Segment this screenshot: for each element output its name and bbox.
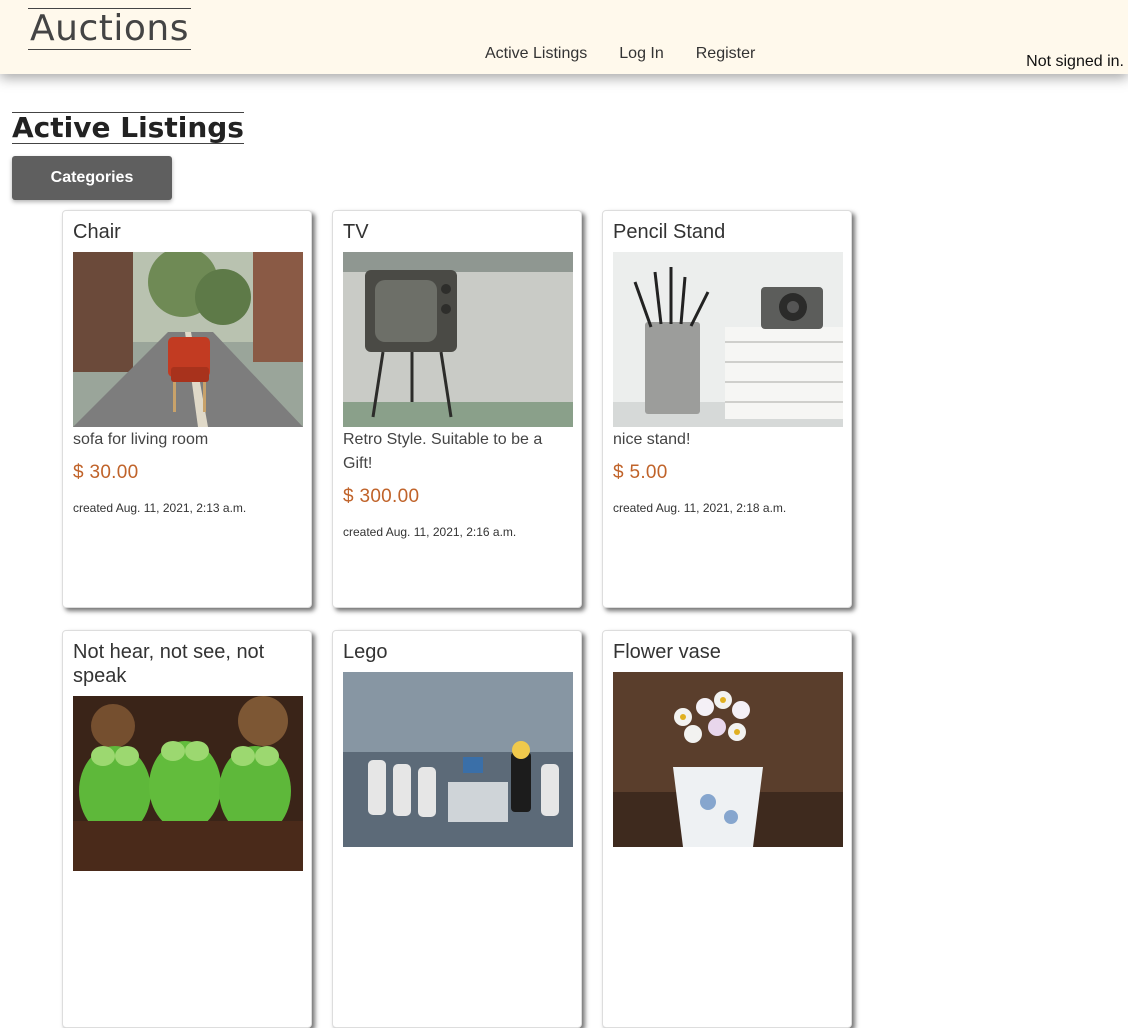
nav-log-in[interactable]: Log In [619,45,663,63]
listing-card[interactable]: Flower vase [602,630,852,1028]
auth-status: Not signed in. [1026,53,1124,70]
listing-title[interactable]: Flower vase [613,640,843,664]
listing-description: Retro Style. Suitable to be a Gift! [343,431,543,472]
listing-description: nice stand! [613,431,691,448]
listing-card[interactable]: TV Retro Style. Suitable to be a Gift! $… [332,210,582,608]
categories-button[interactable]: Categories [12,156,172,200]
listing-image-flower-vase[interactable] [613,672,843,847]
listing-description: sofa for living room [73,431,209,448]
listing-title[interactable]: Lego [343,640,573,664]
listing-card[interactable]: Pencil Stand nice stand! $ 5.00 created … [602,210,852,608]
listing-title[interactable]: Chair [73,220,303,244]
listing-created: created Aug. 11, 2021, 2:13 a.m. [73,501,247,515]
listing-title[interactable]: Not hear, not see, not speak [73,640,303,688]
nav-register[interactable]: Register [696,45,756,63]
listing-price: $ 30.00 [73,462,139,483]
listing-title[interactable]: TV [343,220,573,244]
site-header: Auctions Active Listings Log In Register… [0,0,1128,74]
page-title: Active Listings [12,111,244,144]
listing-title[interactable]: Pencil Stand [613,220,843,244]
nav-active-listings[interactable]: Active Listings [485,45,587,63]
listing-created: created Aug. 11, 2021, 2:16 a.m. [343,525,517,539]
listing-created: created Aug. 11, 2021, 2:18 a.m. [613,501,787,515]
listing-price: $ 300.00 [343,486,420,507]
listing-card[interactable]: Lego [332,630,582,1028]
listing-image-pencil-stand[interactable] [613,252,843,427]
main-nav: Active Listings Log In Register [485,45,755,63]
listing-image-frogs[interactable] [73,696,303,871]
listing-card[interactable]: Not hear, not see, not speak [62,630,312,1028]
listing-image-chair[interactable] [73,252,303,427]
listing-image-lego[interactable] [343,672,573,847]
listing-price: $ 5.00 [613,462,668,483]
site-logo[interactable]: Auctions [28,8,191,50]
listing-image-tv[interactable] [343,252,573,427]
listing-card[interactable]: Chair sofa for living room $ 30.00 creat… [62,210,312,608]
